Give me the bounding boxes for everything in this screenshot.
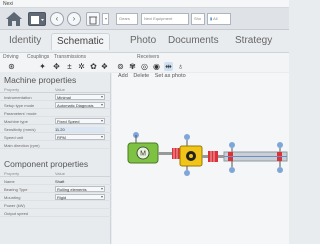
header-property: Property	[4, 87, 20, 92]
component-property-value[interactable]	[55, 211, 105, 216]
machine-property-value[interactable]: Minimal	[55, 94, 105, 100]
machine-property-row: Instrumentation Minimal	[0, 94, 111, 101]
component-property-key: Power (kW)	[4, 203, 25, 208]
group-couplings: Couplings	[27, 54, 50, 60]
machine-property-row: Speed unit RPM	[0, 134, 111, 141]
component-property-row: Power (kW)	[0, 202, 111, 209]
machine-properties-title: Machine properties	[4, 75, 77, 85]
toolbar: ‹ › ▾ Gears Nexi Equipment Sho ▮ All	[0, 8, 289, 30]
add-menu-button[interactable]	[28, 12, 46, 26]
trash-icon	[89, 16, 97, 25]
machine-property-value[interactable]: Automatic Diagnosis	[55, 102, 105, 108]
component-property-value[interactable]: Shaft	[55, 179, 105, 184]
component-property-value[interactable]	[55, 203, 105, 208]
header-value: Value	[55, 87, 65, 92]
bearing-icon[interactable]: ♁	[176, 62, 185, 71]
component-property-key: Bearing Type	[4, 187, 28, 192]
machine-property-row: Machine type Fixed Speed	[0, 118, 111, 125]
machine-property-key: Parameters' mode	[4, 111, 37, 116]
component-property-key: Output speed	[4, 211, 29, 216]
machine-property-row: Main direction (rpm)	[0, 142, 111, 149]
component-property-row: Name Shaft	[0, 178, 111, 185]
component-property-key: Mounting	[4, 195, 21, 200]
gearbox-component[interactable]	[179, 134, 203, 176]
tab-identity[interactable]: Identity	[9, 33, 41, 49]
group-receivers: Receivers	[137, 54, 160, 60]
tab-strategy[interactable]: Strategy	[235, 33, 272, 49]
shaft-segment[interactable]	[202, 155, 208, 158]
component-property-key: Name	[4, 179, 15, 184]
coupling-component[interactable]	[172, 148, 180, 159]
machine-property-key: Instrumentation	[4, 95, 32, 100]
forward-button[interactable]: ›	[67, 12, 81, 26]
machine-property-key: Machine type	[4, 119, 28, 124]
gear-small-icon[interactable]: ✲	[77, 62, 86, 71]
component-properties-header: Property Value	[0, 170, 111, 177]
shaft-segment[interactable]	[218, 155, 224, 158]
equipment-select[interactable]: Nexi Equipment	[141, 13, 189, 25]
shaft-component[interactable]	[223, 142, 288, 173]
tab-schematic[interactable]: Schematic	[51, 33, 110, 50]
tab-documents[interactable]: Documents	[168, 33, 219, 49]
machine-property-row: Sensitivity (mm/s) 11.20	[0, 126, 111, 133]
component-property-value[interactable]: Rigid	[55, 194, 105, 200]
shaft-icon[interactable]: ⇹	[164, 62, 173, 71]
gears-select[interactable]: Gears	[116, 13, 138, 25]
machine-property-row: Setup type mode Automatic Diagnosis	[0, 102, 111, 109]
component-property-value[interactable]: Rolling elements	[55, 186, 105, 192]
fan-icon[interactable]: ✾	[128, 62, 137, 71]
schematic-drawing: M	[127, 132, 288, 176]
component-toolbar: Driving Couplings Transmissions Receiver…	[0, 52, 289, 72]
component-properties-title: Component properties	[4, 159, 89, 169]
header-property: Property	[4, 171, 20, 176]
machine-property-key: Setup type mode	[4, 103, 35, 108]
shaft-segment[interactable]	[158, 152, 172, 155]
motor-component[interactable]: M	[127, 132, 159, 164]
machine-property-key: Sensitivity (mm/s)	[4, 127, 36, 132]
schematic-canvas[interactable]: Add Delete Set as photo M	[112, 73, 289, 244]
small-select[interactable]: ▾	[102, 13, 109, 25]
properties-panel: Machine properties Property Value Instru…	[0, 73, 111, 244]
component-property-row: Bearing Type Rolling elements	[0, 186, 111, 193]
machine-property-row: Parameters' mode	[0, 110, 111, 117]
home-icon[interactable]	[5, 11, 23, 27]
gear-icon[interactable]: ✿	[89, 62, 98, 71]
filter-label: All	[213, 16, 218, 21]
delete-button[interactable]	[86, 12, 100, 26]
machine-property-key: Speed unit	[4, 135, 24, 140]
motor-label: M	[140, 151, 146, 158]
main-tabs: Identity Schematic Photo Documents Strat…	[0, 31, 289, 51]
coupling-component[interactable]	[208, 151, 218, 162]
group-driving: Driving	[3, 54, 19, 60]
machine-property-value[interactable]	[55, 143, 105, 148]
compressor-icon[interactable]: ◎	[140, 62, 149, 71]
machine-property-key: Main direction (rpm)	[4, 143, 40, 148]
back-button[interactable]: ‹	[50, 12, 64, 26]
chart-icon: ▮	[210, 16, 213, 21]
header-value: Value	[55, 171, 65, 176]
machine-property-value[interactable]	[55, 111, 105, 116]
add-icon	[31, 16, 44, 24]
view-select[interactable]: Sho	[191, 13, 205, 25]
machine-properties-header: Property Value	[0, 86, 111, 93]
machine-property-value[interactable]: 11.20	[55, 127, 105, 132]
window-title: Nexi	[3, 1, 14, 7]
belt-icon[interactable]: ±	[65, 62, 74, 71]
machine-property-value[interactable]: RPM	[55, 134, 105, 140]
motor-icon[interactable]: ⊛	[7, 62, 16, 71]
title-bar: Nexi	[0, 0, 289, 8]
filter-select[interactable]: ▮ All	[207, 13, 231, 25]
component-property-row: Mounting Rigid	[0, 194, 111, 201]
group-transmissions: Transmissions	[54, 54, 87, 60]
generator-icon[interactable]: ◉	[152, 62, 161, 71]
machine-property-value[interactable]: Fixed Speed	[55, 118, 105, 124]
coupling-icon[interactable]: ✦	[38, 62, 47, 71]
gearbox-icon[interactable]: ❖	[100, 62, 109, 71]
component-property-row: Output speed	[0, 210, 111, 217]
pump-icon[interactable]: ⊚	[116, 62, 125, 71]
joint-icon[interactable]: ✥	[52, 62, 61, 71]
tab-photo[interactable]: Photo	[130, 33, 156, 49]
